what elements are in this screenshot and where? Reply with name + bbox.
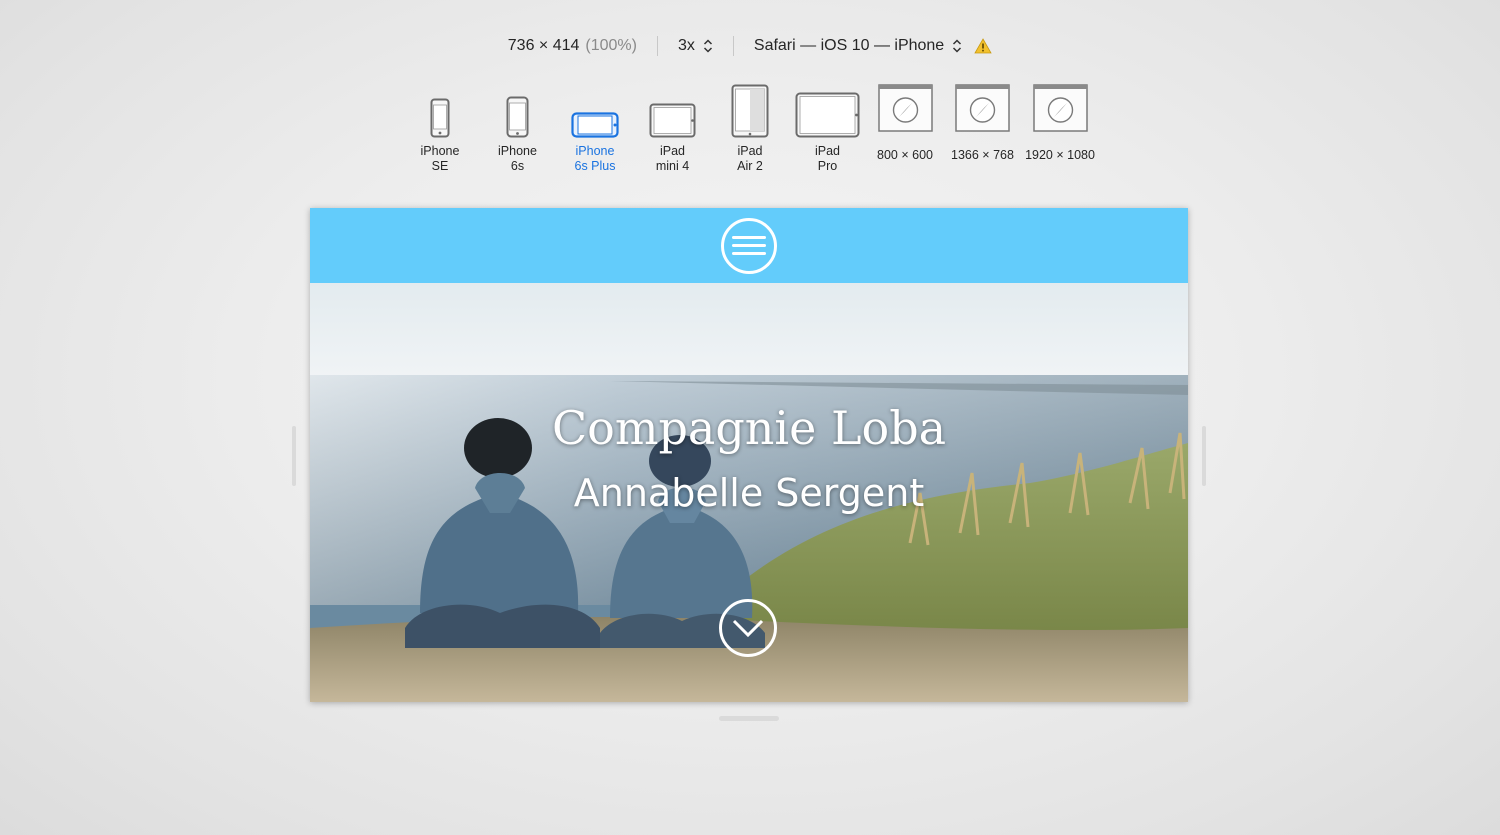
resolution-value: 736 × 414 [507, 37, 580, 54]
phone-portrait-icon [483, 80, 553, 138]
device-iphone-6s-plus[interactable]: iPhone 6s Plus [556, 80, 634, 180]
resolution-display: 736 × 414 (100%) [508, 37, 637, 55]
device-label: 1920 × 1080 [1025, 148, 1095, 162]
phone-landscape-icon [560, 80, 630, 138]
toolbar-divider [732, 36, 734, 56]
hamburger-menu-icon[interactable] [721, 217, 777, 274]
device-ipad-air-2[interactable]: iPad Air 2 [711, 80, 789, 180]
site-header [310, 208, 1188, 283]
phone-portrait-icon [405, 80, 475, 138]
tablet-landscape-icon [793, 80, 863, 138]
device-1366x768[interactable]: 1366 × 768 [944, 80, 1022, 180]
device-label: iPhone 6s [498, 144, 537, 173]
device-presets: iPhone SE iPhone 6s iPhone 6s Plus iPad … [0, 80, 1500, 180]
safari-window-icon [1025, 80, 1095, 132]
device-800x600[interactable]: 800 × 600 [866, 80, 944, 180]
scale-selector[interactable]: 3x [678, 37, 713, 55]
user-agent-value: Safari — iOS 10 — iPhone [753, 37, 945, 54]
user-agent-selector[interactable]: Safari — iOS 10 — iPhone [754, 37, 962, 55]
device-label: 800 × 600 [877, 148, 933, 162]
device-label: iPad mini 4 [655, 144, 690, 173]
bottom-resize-handle[interactable] [719, 716, 779, 721]
tablet-portrait-icon [715, 80, 785, 138]
device-iphone-6s[interactable]: iPhone 6s [479, 80, 557, 180]
device-viewport: Compagnie Loba Annabelle Sergent [310, 208, 1188, 702]
warning-icon[interactable] [974, 38, 992, 54]
device-label: 1366 × 768 [951, 148, 1014, 162]
hero-subtitle: Annabelle Sergent [573, 471, 925, 515]
safari-window-icon [948, 80, 1018, 132]
safari-window-icon [870, 80, 940, 132]
toolbar-divider [656, 36, 658, 56]
updown-chevron-icon [952, 38, 962, 54]
device-iphone-se[interactable]: iPhone SE [401, 80, 479, 180]
device-1920x1080[interactable]: 1920 × 1080 [1021, 80, 1099, 180]
scroll-down-chevron-icon[interactable] [719, 599, 777, 657]
scale-value: 3x [677, 37, 695, 54]
device-label: iPad Air 2 [737, 144, 763, 173]
left-resize-handle[interactable] [292, 426, 296, 486]
device-label: iPhone 6s Plus [574, 144, 616, 173]
updown-chevron-icon [703, 38, 713, 54]
device-ipad-pro[interactable]: iPad Pro [789, 80, 867, 180]
right-resize-handle[interactable] [1202, 426, 1206, 486]
hero-banner: Compagnie Loba Annabelle Sergent [310, 283, 1188, 702]
zoom-value: (100%) [585, 37, 637, 54]
responsive-toolbar: 736 × 414 (100%) 3x Safari — iOS 10 — iP… [0, 30, 1500, 62]
device-label: iPhone SE [420, 144, 460, 173]
device-label: iPad Pro [814, 144, 841, 173]
device-ipad-mini-4[interactable]: iPad mini 4 [634, 80, 712, 180]
tablet-landscape-icon [638, 80, 708, 138]
hero-title: Compagnie Loba [551, 401, 947, 455]
